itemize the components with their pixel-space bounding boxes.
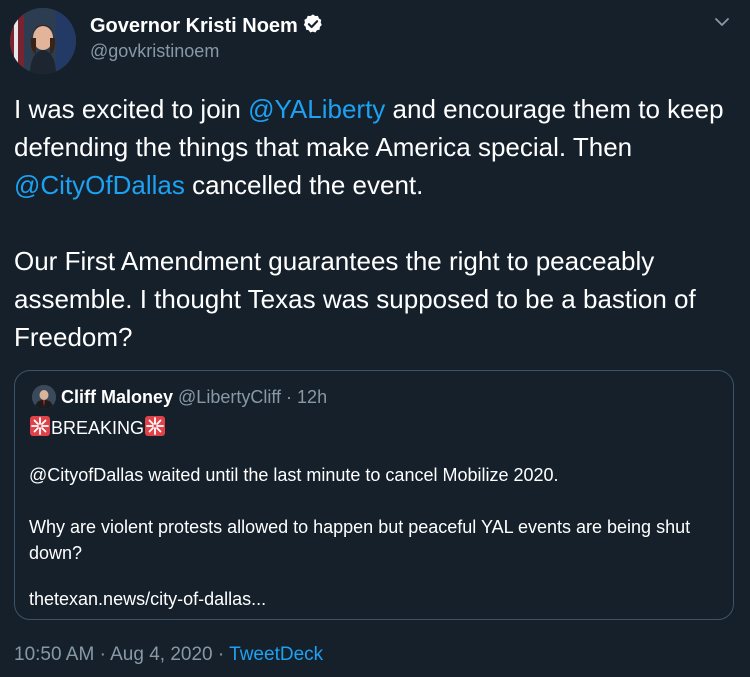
tweet-text-segment: cancelled the event. [184,170,424,200]
tweet-source-link[interactable]: TweetDeck [229,644,323,665]
tweet-card: Governor Kristi Noem @govkristinoem I wa… [0,0,750,677]
quoted-breaking-line: BREAKING [29,415,166,442]
tweet-text: I was excited to join @YALiberty and enc… [14,90,739,356]
author-handle[interactable]: @govkristinoem [90,41,219,62]
quoted-timestamp: 12h [297,387,328,407]
tweet-time[interactable]: 10:50 AM [14,644,94,665]
police-siren-icon [29,415,51,442]
quoted-text-line-1: @CityofDallas waited until the last minu… [29,465,559,485]
quoted-separator: · [286,387,293,407]
chevron-down-icon[interactable] [712,12,732,32]
quoted-author-name: Cliff Maloney [61,387,174,407]
quoted-text-line-2: Why are violent protests allowed to happ… [29,517,691,563]
tweet-paragraph-2: Our First Amendment guarantees the right… [14,246,696,352]
quoted-author-handle: @LibertyCliff [178,387,282,407]
breaking-text: BREAKING [51,418,145,438]
mention-yaliberty-link[interactable]: @YALiberty [248,94,385,124]
quoted-header: Cliff Maloney @LibertyCliff · 12h [61,387,327,408]
author-name-text: Governor Kristi Noem [90,15,298,37]
meta-separator: · [217,644,225,665]
tweet-metadata: 10:50 AM · Aug 4, 2020 · TweetDeck [14,644,323,666]
quoted-article-link[interactable]: thetexan.news/city-of-dallas... [29,589,266,610]
tweet-text-segment: I was excited to join [14,94,249,124]
author-display-name[interactable]: Governor Kristi Noem [90,13,324,41]
verified-badge-icon [302,13,324,41]
mention-cityofdallas-link[interactable]: @CityOfDallas [14,170,185,200]
tweet-date[interactable]: Aug 4, 2020 [110,644,212,665]
author-avatar[interactable] [10,8,76,74]
police-siren-icon [144,415,166,442]
quoted-tweet[interactable]: Cliff Maloney @LibertyCliff · 12h BREAKI… [14,370,734,620]
meta-separator: · [99,644,106,665]
quoted-author-avatar [32,385,56,409]
tweet-paragraph-1: I was excited to join @YALiberty and enc… [14,90,739,204]
